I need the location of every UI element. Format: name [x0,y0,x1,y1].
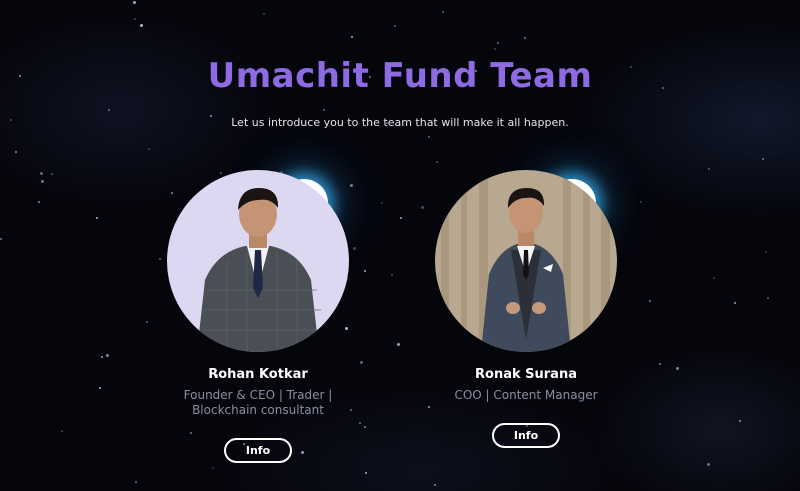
star [734,302,736,304]
star [38,201,40,203]
star [434,484,436,486]
star [40,172,43,175]
star [708,168,710,170]
star [649,300,651,302]
star [436,161,438,163]
star [659,363,661,365]
team-card-rohan: Rohan Kotkar Founder & CEO | Trader | Bl… [143,170,373,463]
star [428,136,430,138]
avatar-wrap [411,170,641,354]
star [15,151,17,153]
page-subtitle: Let us introduce you to the team that wi… [231,116,569,129]
star [0,238,2,240]
star [323,109,325,111]
member-name: Ronak Surana [475,367,577,382]
avatar-photo-icon [435,170,617,352]
star [134,18,136,20]
star [524,37,526,39]
star [397,343,400,346]
avatar-wrap [143,170,373,354]
star [676,367,679,370]
star [106,354,109,357]
member-role: COO | Content Manager [454,388,598,402]
star [148,148,150,150]
star [108,109,110,111]
member-name: Rohan Kotkar [208,367,308,382]
avatar-photo-icon [167,170,349,352]
star [61,430,63,432]
star [394,25,396,27]
info-button[interactable]: Info [491,423,561,448]
star [96,217,98,219]
star [99,387,101,389]
star [41,180,44,183]
star [494,48,496,50]
star [391,274,393,276]
star [351,36,353,38]
star [762,158,764,160]
star [442,11,444,13]
star [707,463,710,466]
info-button[interactable]: Info [223,438,293,463]
team-card-ronak: Ronak Surana COO | Content Manager Info [411,170,641,448]
star [133,1,136,4]
star [739,420,741,422]
star [135,481,137,483]
member-role: Founder & CEO | Trader | Blockchain cons… [183,388,333,417]
star [140,24,143,27]
page-title: Umachit Fund Team [207,56,593,96]
star [212,467,214,469]
star [263,13,265,15]
star [765,251,767,253]
star [767,297,769,299]
star [51,173,53,175]
star [497,42,499,44]
star [101,356,103,358]
star [713,277,715,279]
star [400,217,402,219]
star [365,472,367,474]
star [381,202,383,204]
